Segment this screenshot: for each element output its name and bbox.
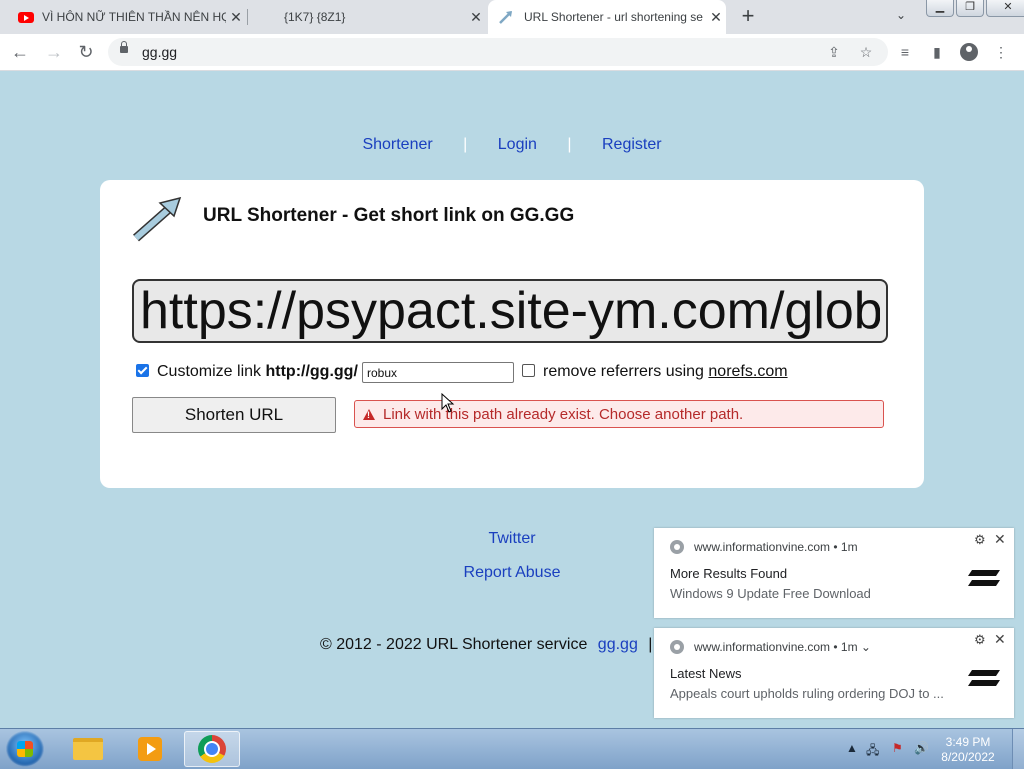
brand-logo-icon [968,570,1000,586]
close-window-button[interactable]: ✕ [986,0,1024,17]
reload-icon[interactable]: ↻ [74,40,98,64]
window-controls: ▁ ❐ ✕ [926,0,1024,17]
action-center-icon[interactable]: ⚑ [892,741,903,755]
nav-register[interactable]: Register [602,136,662,153]
arrow-logo-icon [133,196,182,242]
browser-toolbar: ← → ↻ gg.gg ⇪ ☆ ≡ ▮ ⋮ [0,34,1024,71]
arrow-favicon-icon [499,11,512,24]
gear-icon[interactable]: ⚙ [974,532,986,548]
notification-body: Appeals court upholds ruling ordering DO… [670,686,944,701]
youtube-icon [18,11,34,23]
norefs-label: remove referrers using norefs.com [543,363,788,381]
tab-close-icon[interactable]: ✕ [706,9,726,26]
side-panel-icon[interactable]: ▮ [926,41,948,63]
tab-close-icon[interactable]: ✕ [466,9,486,26]
copyright-text: © 2012 - 2022 URL Shortener service [320,636,588,653]
network-icon[interactable]: 🖧 [866,741,879,762]
share-icon[interactable]: ⇪ [824,42,844,62]
tab-title: {1K7} {8Z1} [284,10,346,24]
tab-close-icon[interactable]: ✕ [226,9,246,26]
address-bar[interactable]: gg.gg ⇪ ☆ [108,38,888,66]
customize-checkbox[interactable] [136,364,149,377]
customize-label: Customize link http://gg.gg/ [157,363,358,381]
warning-icon [363,408,375,420]
footer-separator: | [648,636,653,653]
start-button-icon[interactable] [6,731,44,767]
error-message: Link with this path already exist. Choos… [383,405,744,423]
maximize-button[interactable]: ❐ [956,0,984,17]
chrome-small-icon [670,640,684,654]
tab-url-shortener[interactable]: URL Shortener - url shortening se ✕ [488,0,726,34]
nav-shortener[interactable]: Shortener [362,136,432,153]
norefs-checkbox[interactable] [522,364,535,377]
new-tab-button[interactable]: + [736,4,760,28]
chrome-icon [198,735,226,763]
tab-youtube[interactable]: VÌ HÔN NỮ THIÊN THẦN NÊN HỌ ✕ [0,0,246,34]
link-prefix: http://gg.gg/ [265,363,358,380]
notification-source: www.informationvine.com • 1m [694,540,858,554]
gear-icon[interactable]: ⚙ [974,632,986,648]
mouse-cursor-icon [441,393,455,413]
tab-title: URL Shortener - url shortening se [524,10,703,24]
clock-time: 3:49 PM [945,735,991,749]
norefs-text: remove referrers using [543,363,704,380]
show-desktop-button[interactable] [1012,729,1024,769]
tray-expand-icon[interactable]: ▲ [846,741,858,755]
shorten-url-button[interactable]: Shorten URL [132,397,336,433]
twitter-link[interactable]: Twitter [488,530,535,547]
media-player-icon [138,737,162,761]
tab-title: VÌ HÔN NỮ THIÊN THẦN NÊN HỌ [42,10,226,24]
clock-date: 8/20/2022 [941,750,995,764]
top-nav: Shortener | Login | Register [0,136,1024,154]
bookmark-star-icon[interactable]: ☆ [856,42,876,62]
copyright: © 2012 - 2022 URL Shortener service gg.g… [320,636,652,654]
notification-source: www.informationvine.com • 1m ⌄ [694,640,871,654]
media-control-icon[interactable]: ≡ [894,41,916,63]
notification-title: Latest News [670,666,742,681]
back-arrow-icon[interactable]: ← [8,40,32,64]
custom-path-input[interactable] [362,362,514,383]
address-text[interactable]: gg.gg [142,44,177,60]
folder-icon [73,738,103,760]
system-clock[interactable]: 3:49 PM 8/20/2022 [936,735,1000,765]
tab-second[interactable]: {1K7} {8Z1} ✕ [250,0,486,34]
brand-logo-icon [968,670,1000,686]
report-abuse-link[interactable]: Report Abuse [464,564,561,581]
norefs-link[interactable]: norefs.com [708,363,787,380]
forward-arrow-icon[interactable]: → [42,40,66,64]
notification-card[interactable]: www.informationvine.com • 1m ⚙ ✕ More Re… [654,528,1014,618]
taskbar-explorer[interactable] [60,731,116,767]
taskbar-media-player[interactable] [122,731,178,767]
notification-card[interactable]: www.informationvine.com • 1m ⌄ ⚙ ✕ Lates… [654,628,1014,718]
shortener-card: URL Shortener - Get short link on GG.GG … [100,180,924,488]
tab-strip: VÌ HÔN NỮ THIÊN THẦN NÊN HỌ ✕ {1K7} {8Z1… [0,0,1024,34]
tab-divider [247,9,248,25]
chrome-small-icon [670,540,684,554]
nav-separator: | [463,136,468,153]
taskbar-chrome[interactable] [184,731,240,767]
menu-kebab-icon[interactable]: ⋮ [990,41,1012,63]
nav-login[interactable]: Login [498,136,537,153]
long-url-input[interactable] [132,279,888,343]
close-icon[interactable]: ✕ [994,631,1006,648]
volume-icon[interactable]: 🔊 [914,741,929,755]
tab-search-icon[interactable]: ⌄ [896,8,914,22]
close-icon[interactable]: ✕ [994,531,1006,548]
customize-text: Customize link [157,363,262,380]
taskbar: ▲ 🖧 ⚑ 🔊 3:49 PM 8/20/2022 [0,728,1024,769]
nav-separator: | [567,136,572,153]
minimize-button[interactable]: ▁ [926,0,954,17]
lock-icon [120,41,128,53]
notification-body: Windows 9 Update Free Download [670,586,871,601]
profile-button[interactable] [958,41,980,63]
notification-title: More Results Found [670,566,788,581]
site-link[interactable]: gg.gg [598,636,638,653]
error-alert: Link with this path already exist. Choos… [354,400,884,428]
profile-icon [960,43,978,61]
page-title: URL Shortener - Get short link on GG.GG [203,205,575,226]
